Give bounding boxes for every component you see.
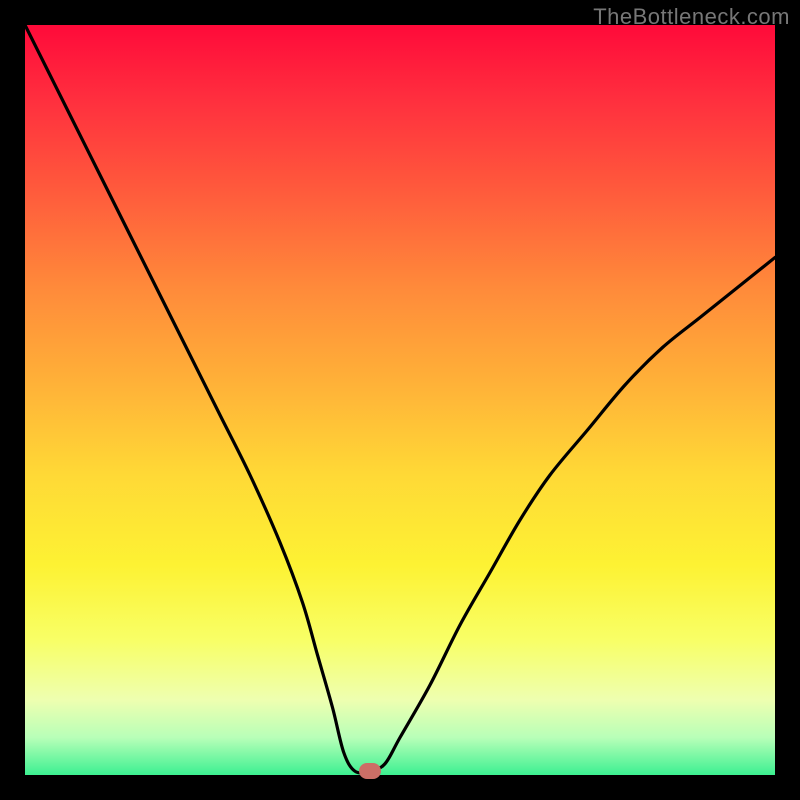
watermark-text: TheBottleneck.com (593, 4, 790, 30)
plot-area (25, 25, 775, 775)
optimum-marker (359, 763, 381, 779)
chart-frame: TheBottleneck.com (0, 0, 800, 800)
bottleneck-curve (25, 25, 775, 775)
